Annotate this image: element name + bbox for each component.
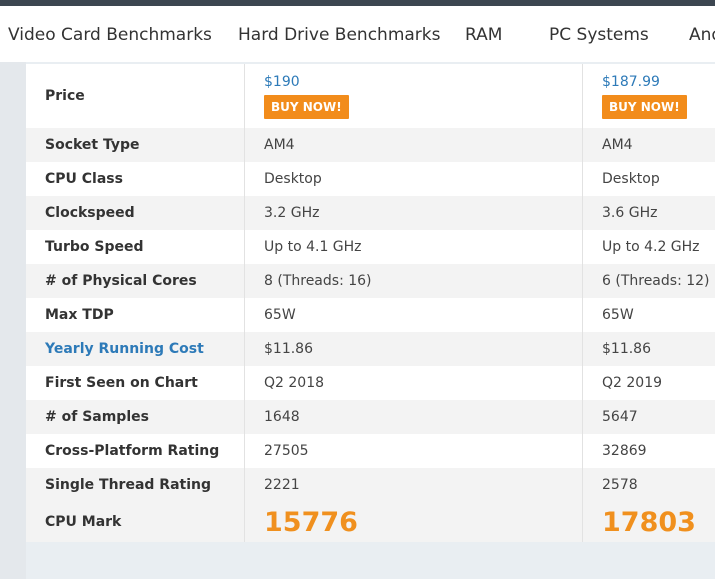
- buy-now-button-a[interactable]: BUY NOW!: [264, 94, 349, 119]
- table-row: Turbo Speed Up to 4.1 GHz Up to 4.2 GHz: [26, 230, 715, 264]
- cpu-mark-cell-a: 15776: [244, 502, 583, 542]
- table-row-price: Price $190 BUY NOW! $187.99 BUY NOW!: [26, 64, 715, 128]
- price-link-a[interactable]: $190: [264, 74, 582, 90]
- table-row-cpu-mark: CPU Mark 15776 17803: [26, 502, 715, 542]
- row-label: Turbo Speed: [26, 230, 245, 264]
- nav-hard-drive-benchmarks[interactable]: Hard Drive Benchmarks: [238, 25, 441, 45]
- top-navigation: Video Card Benchmarks Hard Drive Benchma…: [0, 6, 715, 62]
- value-cell-b: 65W: [582, 298, 715, 332]
- table-row: # of Physical Cores 8 (Threads: 16) 6 (T…: [26, 264, 715, 298]
- table-row: CPU Class Desktop Desktop: [26, 162, 715, 196]
- cpu-mark-value-a: 15776: [264, 506, 358, 538]
- row-label: Clockspeed: [26, 196, 245, 230]
- value-cell-a: $11.86: [244, 332, 583, 366]
- value-cell-b: 5647: [582, 400, 715, 434]
- row-label: Socket Type: [26, 128, 245, 162]
- row-label: CPU Mark: [26, 502, 245, 542]
- row-label-link: Yearly Running Cost: [26, 332, 245, 366]
- row-label: First Seen on Chart: [26, 366, 245, 400]
- value-cell-b: AM4: [582, 128, 715, 162]
- value-cell-b: $11.86: [582, 332, 715, 366]
- nav-android-truncated[interactable]: And: [689, 25, 715, 45]
- value-cell-a: Q2 2018: [244, 366, 583, 400]
- value-cell-a: 2221: [244, 468, 583, 502]
- table-row: # of Samples 1648 5647: [26, 400, 715, 434]
- table-row: Socket Type AM4 AM4: [26, 128, 715, 162]
- price-cell-a: $190 BUY NOW!: [244, 64, 583, 128]
- value-cell-b: Q2 2019: [582, 366, 715, 400]
- yearly-running-cost-link[interactable]: Yearly Running Cost: [45, 341, 204, 357]
- value-cell-b: Desktop: [582, 162, 715, 196]
- table-row: Yearly Running Cost $11.86 $11.86: [26, 332, 715, 366]
- row-label: Cross-Platform Rating: [26, 434, 245, 468]
- row-label: CPU Class: [26, 162, 245, 196]
- buy-now-button-b[interactable]: BUY NOW!: [602, 94, 687, 119]
- nav-pc-systems[interactable]: PC Systems: [549, 25, 649, 45]
- row-label: # of Physical Cores: [26, 264, 245, 298]
- row-label: # of Samples: [26, 400, 245, 434]
- left-gutter: [0, 62, 26, 579]
- price-cell-b: $187.99 BUY NOW!: [582, 64, 715, 128]
- value-cell-a: Desktop: [244, 162, 583, 196]
- value-cell-a: 3.2 GHz: [244, 196, 583, 230]
- cpu-mark-cell-b: 17803: [582, 502, 715, 542]
- table-row: Cross-Platform Rating 27505 32869: [26, 434, 715, 468]
- value-cell-b: 3.6 GHz: [582, 196, 715, 230]
- cpu-comparison-table: Price $190 BUY NOW! $187.99 BUY NOW! Soc…: [26, 64, 715, 542]
- value-cell-a: 27505: [244, 434, 583, 468]
- nav-video-card-benchmarks[interactable]: Video Card Benchmarks: [8, 25, 212, 45]
- table-row: Clockspeed 3.2 GHz 3.6 GHz: [26, 196, 715, 230]
- cpu-mark-value-b: 17803: [602, 506, 696, 538]
- table-row: Single Thread Rating 2221 2578: [26, 468, 715, 502]
- price-link-b[interactable]: $187.99: [602, 74, 715, 90]
- value-cell-b: 6 (Threads: 12): [582, 264, 715, 298]
- table-row: Max TDP 65W 65W: [26, 298, 715, 332]
- row-label: Price: [26, 64, 245, 128]
- value-cell-a: 65W: [244, 298, 583, 332]
- row-label: Max TDP: [26, 298, 245, 332]
- row-label: Single Thread Rating: [26, 468, 245, 502]
- value-cell-a: 1648: [244, 400, 583, 434]
- value-cell-b: 2578: [582, 468, 715, 502]
- value-cell-b: Up to 4.2 GHz: [582, 230, 715, 264]
- nav-ram[interactable]: RAM: [465, 25, 502, 45]
- table-row: First Seen on Chart Q2 2018 Q2 2019: [26, 366, 715, 400]
- value-cell-a: 8 (Threads: 16): [244, 264, 583, 298]
- value-cell-a: Up to 4.1 GHz: [244, 230, 583, 264]
- value-cell-a: AM4: [244, 128, 583, 162]
- value-cell-b: 32869: [582, 434, 715, 468]
